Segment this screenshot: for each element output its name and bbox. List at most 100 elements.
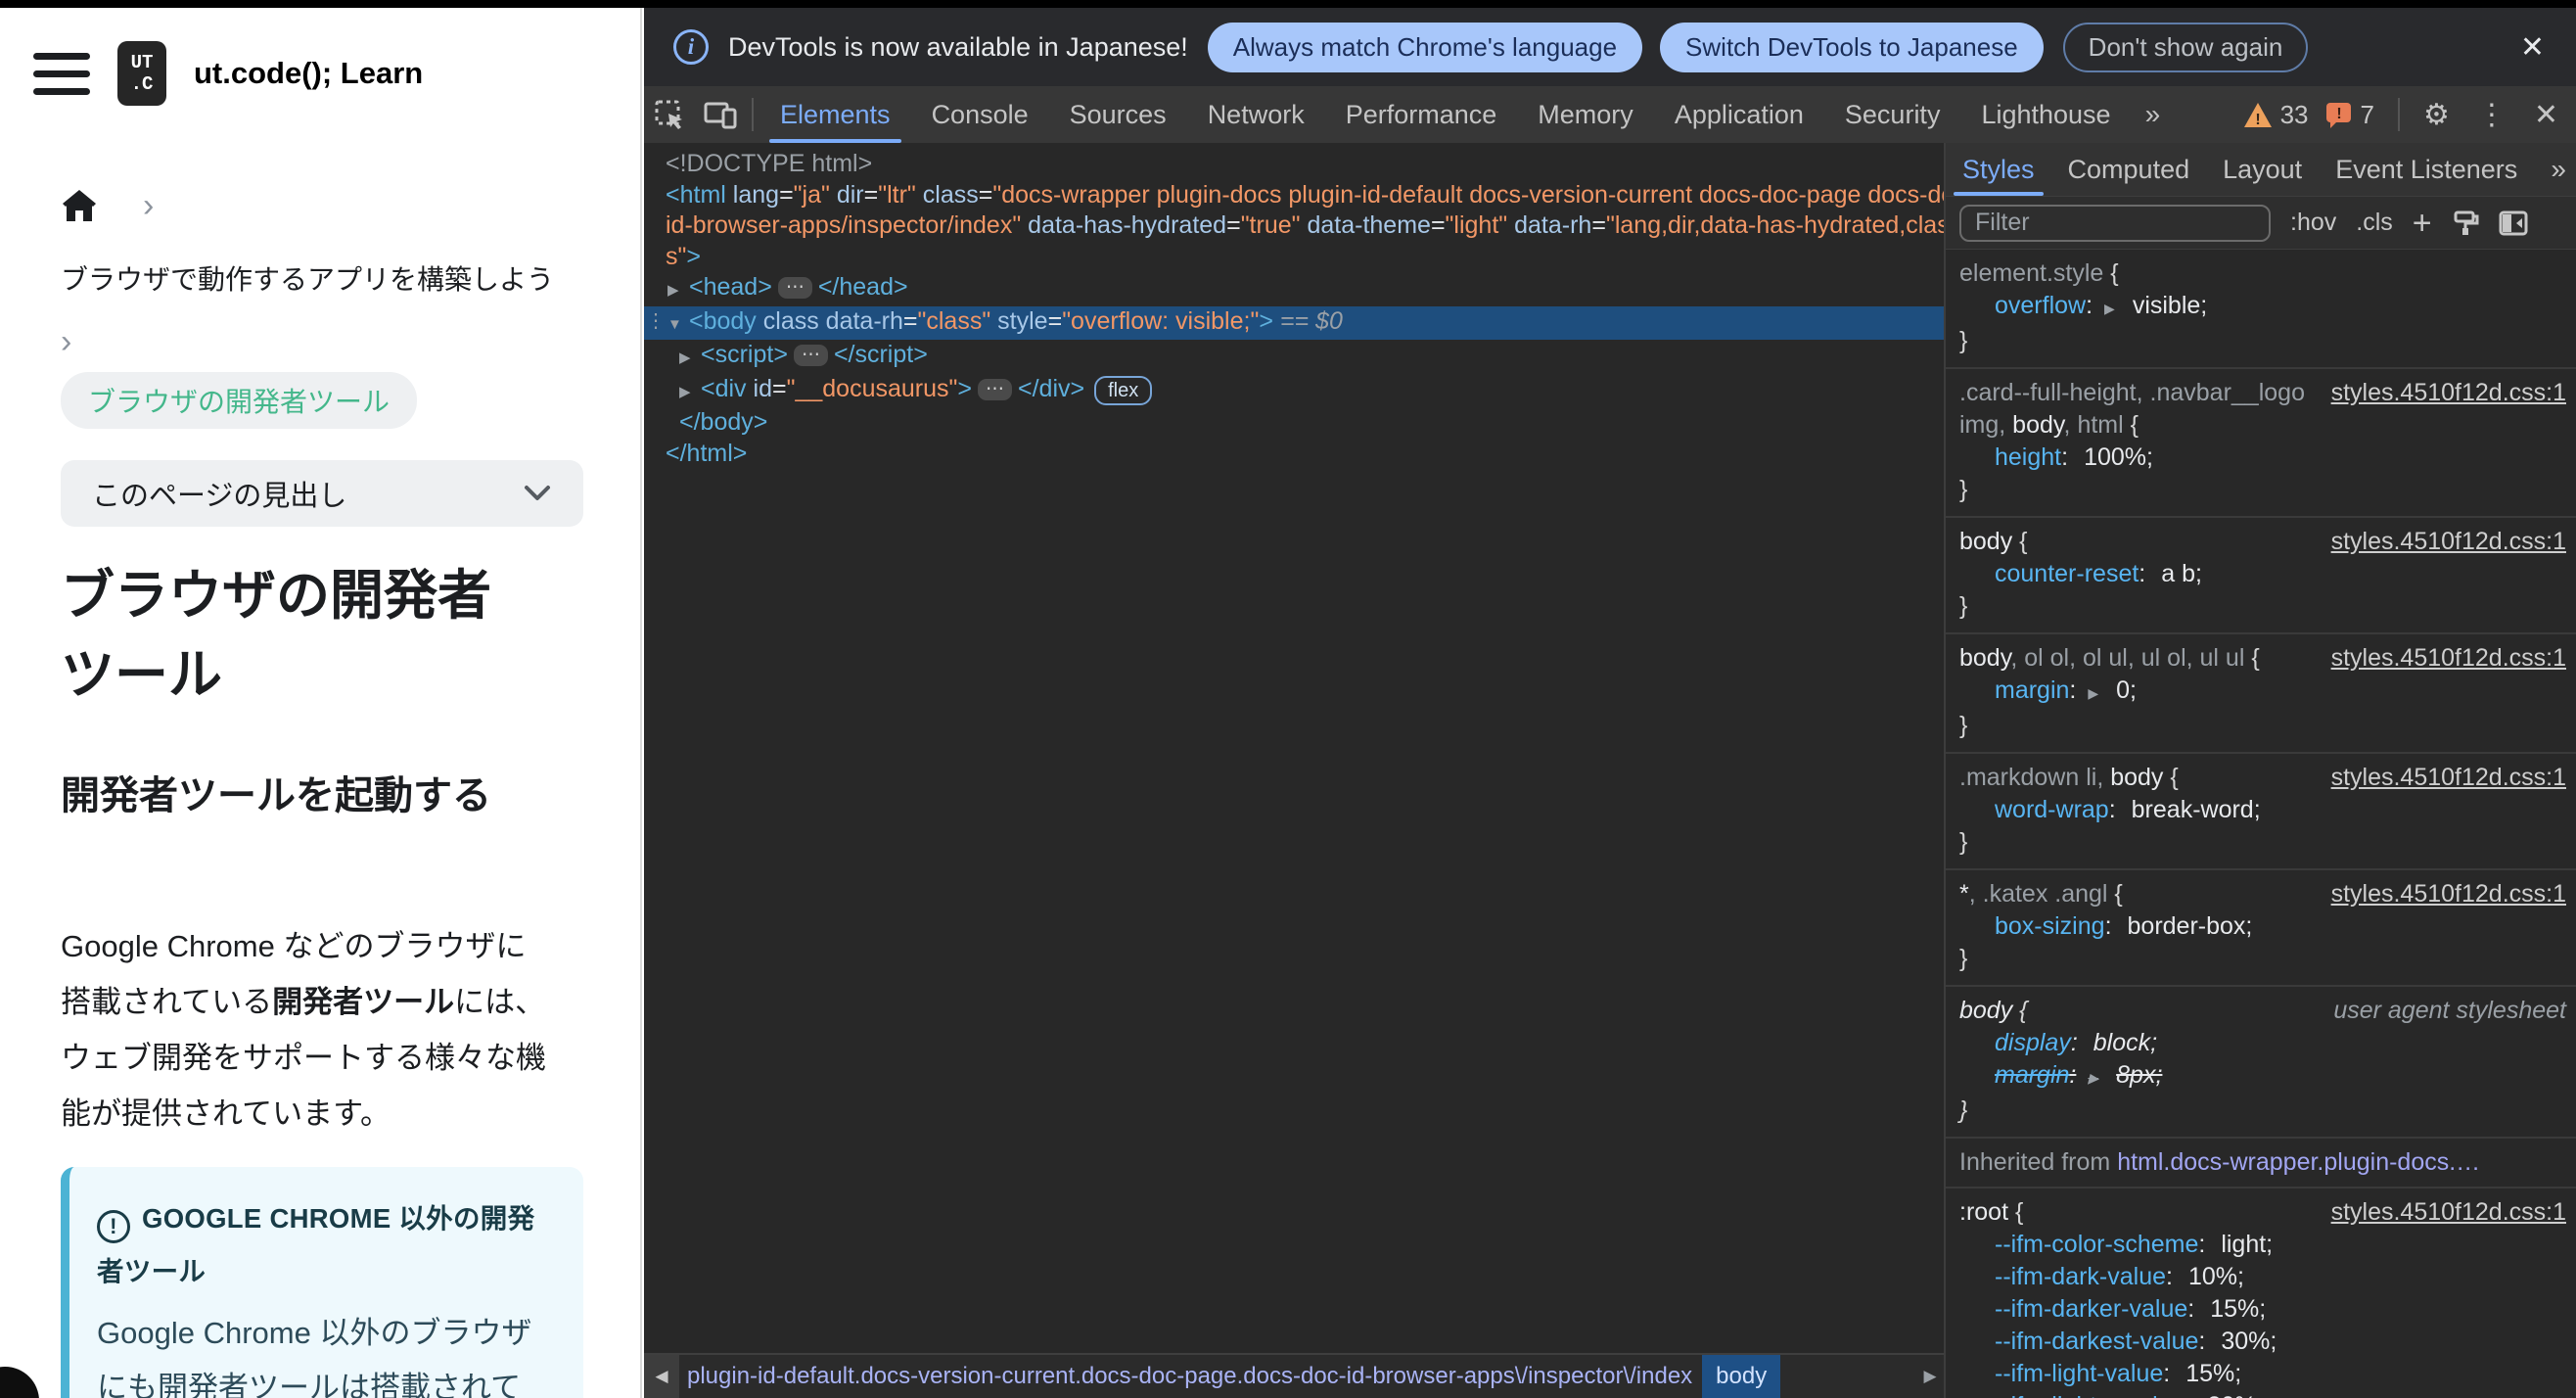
dom-row[interactable]: id-browser-apps/inspector/index" data-ha… [644, 210, 1944, 242]
dom-row[interactable]: ▶ <div id="__docusaurus"> ⋯ </div> flex [644, 374, 1944, 408]
dock-sidebar-icon[interactable] [2499, 210, 2528, 236]
sidebar-tab-computed[interactable]: Computed [2051, 143, 2207, 196]
dom-row[interactable]: <html lang="ja" dir="ltr" class="docs-wr… [644, 180, 1944, 211]
tab-application[interactable]: Application [1654, 86, 1824, 143]
home-icon[interactable] [61, 188, 98, 223]
sidebar-more-tabs-icon[interactable]: » [2539, 154, 2576, 185]
issues-icon[interactable]: ! [2325, 102, 2352, 128]
dont-show-again-button[interactable]: Don't show again [2062, 22, 2309, 72]
crumb-scroll-left-icon[interactable]: ◀ [644, 1355, 679, 1398]
row-options-icon[interactable]: ⋮ [646, 306, 666, 338]
toggle-hover-state-button[interactable]: :hov [2290, 209, 2336, 237]
css-property[interactable]: --ifm-darker-value: 15%; [1959, 1293, 2564, 1326]
css-property[interactable]: word-wrap: break-word; [1959, 794, 2564, 826]
site-logo[interactable]: UT .C [117, 41, 166, 106]
breadcrumb-section[interactable]: ブラウザで動作するアプリを構築しよう [61, 258, 640, 298]
crumb-scroll-right-icon[interactable]: ▶ [1916, 1367, 1944, 1386]
infobar-close-icon[interactable]: ✕ [2514, 30, 2551, 65]
tab-memory[interactable]: Memory [1517, 86, 1654, 143]
css-property[interactable]: display: block; [1959, 1027, 2564, 1059]
style-rule[interactable]: styles.4510f12d.css:1 body {counter-reset… [1946, 518, 2576, 634]
stylesheet-link[interactable]: styles.4510f12d.css:1 [2331, 762, 2566, 794]
inherited-from-link[interactable]: html.docs-wrapper.plugin-docs.… [2117, 1148, 2480, 1176]
styles-filter-input[interactable] [1959, 204, 2271, 242]
expand-longhand-icon[interactable]: ▶ [2104, 301, 2115, 316]
more-tabs-icon[interactable]: » [2132, 99, 2173, 130]
stylesheet-link[interactable]: styles.4510f12d.css:1 [2331, 377, 2566, 409]
style-rule[interactable]: styles.4510f12d.css:1 .card--full-height,… [1946, 369, 2576, 518]
devtools-close-icon[interactable]: ✕ [2524, 98, 2568, 132]
css-property[interactable]: margin: ▶ 0; [1959, 675, 2564, 710]
stylesheet-link[interactable]: styles.4510f12d.css:1 [2331, 878, 2566, 910]
device-toolbar-icon[interactable] [695, 86, 746, 143]
dom-row[interactable]: </body> [644, 407, 1944, 439]
admonition-title: ! GOOGLE CHROME 以外の開発者ツール [97, 1192, 557, 1298]
breadcrumb-current-badge[interactable]: ブラウザの開発者ツール [61, 372, 418, 429]
sidebar-tab-layout[interactable]: Layout [2206, 143, 2319, 196]
ellipsis-expand-button[interactable]: ⋯ [793, 345, 828, 366]
toggle-class-button[interactable]: .cls [2356, 209, 2393, 237]
tab-security[interactable]: Security [1824, 86, 1961, 143]
flex-badge[interactable]: flex [1094, 375, 1153, 405]
stylesheet-link[interactable]: styles.4510f12d.css:1 [2331, 526, 2566, 558]
style-rule[interactable]: styles.4510f12d.css:1 body, ol ol, ol ul,… [1946, 634, 2576, 754]
crumb-path[interactable]: plugin-id-default.docs-version-current.d… [687, 1363, 1692, 1390]
style-rule[interactable]: styles.4510f12d.css:1:root {--ifm-color-… [1946, 1188, 2576, 1398]
expand-arrow-open-icon[interactable]: ▼ [667, 309, 689, 341]
sidebar-tab-event-listeners[interactable]: Event Listeners [2319, 143, 2534, 196]
css-property[interactable]: height: 100%; [1959, 442, 2564, 474]
dom-row[interactable]: s"> [644, 242, 1944, 273]
stylesheet-link[interactable]: styles.4510f12d.css:1 [2331, 1196, 2566, 1229]
style-rule[interactable]: element.style {overflow: ▶ visible;} [1946, 250, 2576, 369]
toc-collapsible[interactable]: このページの見出し [61, 460, 583, 527]
rendering-emulation-icon[interactable] [2452, 210, 2479, 237]
window-top-edge [0, 0, 2576, 8]
tab-sources[interactable]: Sources [1049, 86, 1187, 143]
css-property[interactable]: counter-reset: a b; [1959, 558, 2564, 590]
warning-icon[interactable]: ! [2243, 102, 2273, 128]
css-property[interactable]: --ifm-darkest-value: 30%; [1959, 1326, 2564, 1358]
tab-elements[interactable]: Elements [759, 86, 911, 143]
sidebar-tab-styles[interactable]: Styles [1946, 143, 2051, 196]
tab-performance[interactable]: Performance [1325, 86, 1518, 143]
inspect-element-icon[interactable] [644, 86, 695, 143]
switch-japanese-button[interactable]: Switch DevTools to Japanese [1660, 22, 2044, 72]
dom-row[interactable]: </html> [644, 439, 1944, 470]
ellipsis-expand-button[interactable]: ⋯ [777, 277, 812, 299]
dom-row[interactable]: ▶ <head> ⋯ </head> [644, 272, 1944, 306]
css-property[interactable]: box-sizing: border-box; [1959, 910, 2564, 943]
crumb-selected-body[interactable]: body [1702, 1355, 1781, 1398]
style-rule[interactable]: styles.4510f12d.css:1 .markdown li, body … [1946, 754, 2576, 870]
ellipsis-expand-button[interactable]: ⋯ [978, 378, 1012, 400]
warning-count[interactable]: 33 [2280, 100, 2309, 130]
hamburger-menu-icon[interactable] [33, 52, 90, 95]
site-title[interactable]: ut.code(); Learn [194, 56, 423, 91]
expand-arrow-closed-icon[interactable]: ▶ [679, 377, 701, 408]
css-property[interactable]: --ifm-dark-value: 10%; [1959, 1261, 2564, 1293]
admonition-title-text: GOOGLE CHROME 以外の開発者ツール [97, 1203, 535, 1286]
new-style-rule-icon[interactable]: + [2413, 207, 2432, 240]
css-property[interactable]: overflow: ▶ visible; [1959, 290, 2564, 325]
css-property[interactable]: --ifm-lighter-value:30%; [1959, 1390, 2564, 1398]
css-property[interactable]: margin: ▶ 8px; [1959, 1059, 2564, 1095]
stylesheet-link[interactable]: styles.4510f12d.css:1 [2331, 642, 2566, 675]
expand-arrow-closed-icon[interactable]: ▶ [667, 275, 689, 306]
style-rule[interactable]: styles.4510f12d.css:1 *, .katex .angl {bo… [1946, 870, 2576, 987]
tab-network[interactable]: Network [1187, 86, 1325, 143]
expand-arrow-closed-icon[interactable]: ▶ [679, 343, 701, 374]
css-property[interactable]: --ifm-color-scheme: light; [1959, 1229, 2564, 1261]
expand-longhand-icon[interactable]: ▶ [2088, 685, 2098, 701]
settings-gear-icon[interactable]: ⚙ [2414, 98, 2460, 132]
expand-longhand-icon[interactable]: ▶ [2088, 1070, 2098, 1086]
tab-console[interactable]: Console [911, 86, 1049, 143]
issue-count[interactable]: 7 [2360, 100, 2373, 130]
floating-corner-button[interactable] [0, 1367, 39, 1398]
kebab-menu-icon[interactable]: ⋮ [2467, 98, 2516, 132]
style-rule[interactable]: user agent stylesheet body {display: block… [1946, 987, 2576, 1139]
dom-row[interactable]: ⋮ ▼ <body class data-rh="class" style="ove… [644, 305, 1944, 341]
css-property[interactable]: --ifm-light-value: 15%; [1959, 1358, 2564, 1390]
tab-lighthouse[interactable]: Lighthouse [1960, 86, 2131, 143]
dom-row[interactable]: ▶ <script> ⋯ </script> [644, 340, 1944, 374]
match-language-button[interactable]: Always match Chrome's language [1207, 22, 1643, 72]
dom-row[interactable]: <!DOCTYPE html> [644, 149, 1944, 180]
